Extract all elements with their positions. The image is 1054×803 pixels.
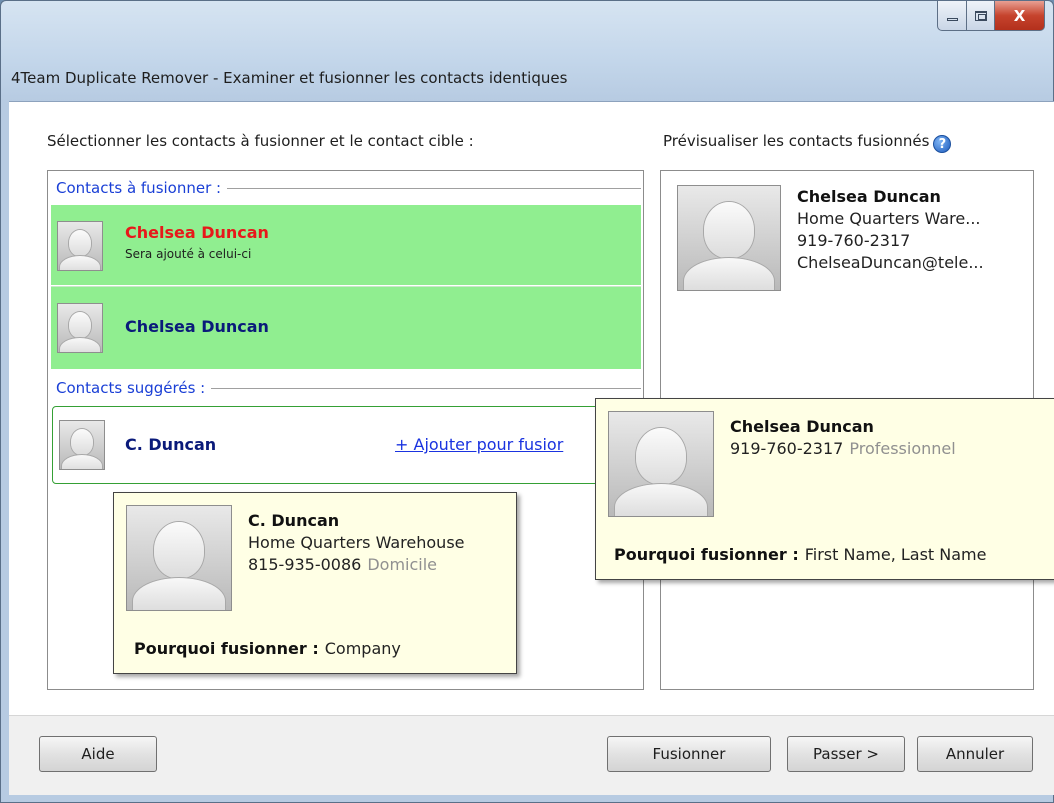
contact-name: C. Duncan xyxy=(125,435,217,454)
suggested-contact-tooltip: C. Duncan Home Quarters Warehouse 815-93… xyxy=(113,492,517,674)
tooltip-name: Chelsea Duncan xyxy=(730,417,874,436)
close-button[interactable]: X xyxy=(995,1,1045,31)
dialog-footer: Aide Fusionner Passer > Annuler xyxy=(9,715,1054,795)
merge-button[interactable]: Fusionner xyxy=(607,736,771,772)
merge-reason-value: First Name, Last Name xyxy=(804,545,987,564)
help-button[interactable]: Aide xyxy=(39,736,157,772)
tooltip-phone: 919-760-2317 xyxy=(730,439,844,458)
preview-email: ChelseaDuncan@tele... xyxy=(797,253,984,272)
right-panel-label-text: Prévisualiser les contacts fusionnés xyxy=(663,132,930,150)
skip-button[interactable]: Passer > xyxy=(787,736,905,772)
close-icon: X xyxy=(1013,6,1026,25)
tooltip-merge-reason: Pourquoi fusionner : Company xyxy=(134,639,401,658)
merge-reason-value: Company xyxy=(324,639,401,658)
avatar xyxy=(57,221,103,271)
avatar xyxy=(59,420,105,470)
group-divider xyxy=(211,387,641,389)
cancel-button[interactable]: Annuler xyxy=(917,736,1033,772)
tooltip-merge-reason: Pourquoi fusionner : First Name, Last Nam… xyxy=(614,545,986,564)
tooltip-name: C. Duncan xyxy=(248,511,340,530)
maximize-icon xyxy=(974,10,987,21)
tooltip-avatar xyxy=(608,411,714,517)
maximize-button[interactable] xyxy=(967,1,995,31)
tooltip-phone-line: 815-935-0086 Domicile xyxy=(248,555,437,574)
add-to-merge-link[interactable]: + Ajouter pour fusior xyxy=(395,435,563,454)
preview-company: Home Quarters Ware... xyxy=(797,209,981,228)
preview-avatar xyxy=(677,185,781,291)
right-panel-label: Prévisualiser les contacts fusionnés? xyxy=(663,132,952,153)
merge-reason-label: Pourquoi fusionner : xyxy=(614,545,799,564)
suggested-contact-row[interactable]: C. Duncan + Ajouter pour fusior xyxy=(52,406,644,484)
preview-phone: 919-760-2317 xyxy=(797,231,911,250)
merge-group-header: Contacts à fusionner : xyxy=(56,179,641,197)
target-note: Sera ajouté à celui-ci xyxy=(125,247,252,261)
tooltip-phone-type: Domicile xyxy=(367,555,438,574)
group-divider xyxy=(227,187,641,189)
main-content: Sélectionner les contacts à fusionner et… xyxy=(9,101,1054,715)
left-panel-label: Sélectionner les contacts à fusionner et… xyxy=(47,132,474,150)
tooltip-phone-line: 919-760-2317 Professionnel xyxy=(730,439,956,458)
suggested-group-label: Contacts suggérés : xyxy=(56,379,206,397)
merge-group-label: Contacts à fusionner : xyxy=(56,179,222,197)
merge-contact-row[interactable]: Chelsea Duncan Sera ajouté à celui-ci xyxy=(51,205,641,285)
tooltip-phone: 815-935-0086 xyxy=(248,555,362,574)
merge-reason-label: Pourquoi fusionner : xyxy=(134,639,319,658)
help-icon[interactable]: ? xyxy=(933,135,952,153)
preview-name: Chelsea Duncan xyxy=(797,187,941,206)
contact-name: Chelsea Duncan xyxy=(125,223,269,242)
tooltip-phone-type: Professionnel xyxy=(849,439,956,458)
suggested-group-header: Contacts suggérés : xyxy=(56,379,641,397)
contact-name: Chelsea Duncan xyxy=(125,317,269,336)
minimize-icon xyxy=(946,18,958,21)
merge-contact-tooltip: Chelsea Duncan 919-760-2317 Professionnel… xyxy=(595,398,1054,580)
minimize-button[interactable] xyxy=(937,1,967,31)
merge-contact-row[interactable]: Chelsea Duncan xyxy=(51,287,641,369)
window-title: 4Team Duplicate Remover - Examiner et fu… xyxy=(11,69,568,87)
app-window: X 4Team Duplicate Remover - Examiner et … xyxy=(0,0,1054,803)
tooltip-avatar xyxy=(126,505,232,611)
avatar xyxy=(57,303,103,353)
tooltip-company: Home Quarters Warehouse xyxy=(248,533,465,552)
window-controls: X xyxy=(937,1,1045,31)
